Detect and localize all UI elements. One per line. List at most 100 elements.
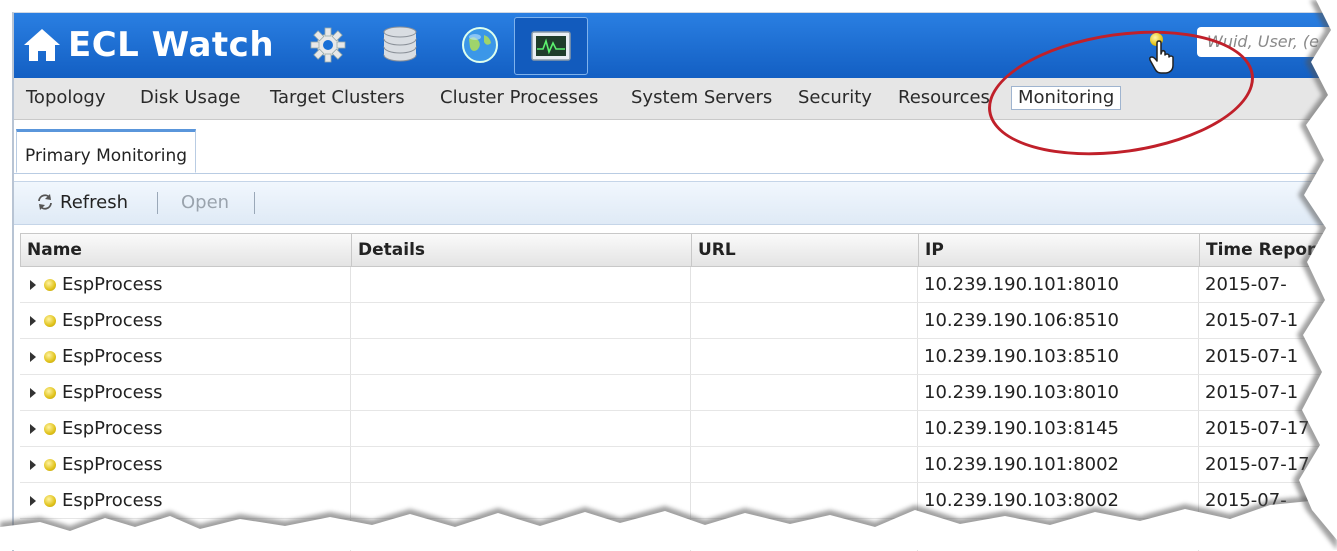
url-cell xyxy=(691,483,918,518)
table-row[interactable]: EspProcess 10.239.190.101:8010 2015-07- xyxy=(20,267,1337,303)
expand-arrow-icon[interactable] xyxy=(30,280,36,290)
nav-item-disk-usage[interactable]: Disk Usage xyxy=(140,87,240,109)
url-cell xyxy=(691,375,918,410)
status-dot-icon xyxy=(44,459,56,471)
table-row[interactable]: EspProcess 10.239.190.103:8510 2015-07-1 xyxy=(20,339,1337,375)
toolbar-divider xyxy=(254,192,255,214)
process-name: EspProcess xyxy=(62,454,163,475)
database-icon[interactable] xyxy=(378,23,422,67)
time-cell xyxy=(1199,519,1337,551)
table-row[interactable]: 10.239.190.106:81 xyxy=(20,519,1337,551)
toolbar-divider xyxy=(157,192,158,214)
time-cell: 2015-07-1 xyxy=(1205,346,1299,367)
details-cell xyxy=(351,447,691,482)
status-dot-icon xyxy=(44,315,56,327)
status-dot-icon xyxy=(44,387,56,399)
globe-icon[interactable] xyxy=(458,23,502,67)
url-cell xyxy=(691,339,918,374)
column-header-details[interactable]: Details xyxy=(352,234,692,266)
home-icon xyxy=(24,29,60,61)
table-row[interactable]: EspProcess 10.239.190.103:8010 2015-07-1 xyxy=(20,375,1337,411)
time-cell: 2015-07-1 xyxy=(1205,310,1299,331)
ip-cell: 10.239.190.103:8510 xyxy=(918,339,1199,374)
expand-arrow-icon[interactable] xyxy=(30,496,36,506)
app-title: ECL Watch xyxy=(68,25,275,65)
refresh-icon xyxy=(38,194,52,210)
status-dot-icon xyxy=(44,279,56,291)
process-name: EspProcess xyxy=(62,346,163,367)
details-cell xyxy=(351,411,691,446)
expand-arrow-icon[interactable] xyxy=(30,352,36,362)
details-cell xyxy=(351,303,691,338)
toolbar: Refresh Open xyxy=(14,181,1337,225)
process-name: EspProcess xyxy=(62,382,163,403)
name-cell: EspProcess xyxy=(20,339,351,374)
expand-arrow-icon[interactable] xyxy=(30,388,36,398)
name-cell: EspProcess xyxy=(20,447,351,482)
refresh-label: Refresh xyxy=(60,192,128,213)
nav-item-cluster-processes[interactable]: Cluster Processes xyxy=(440,87,598,109)
details-cell xyxy=(351,375,691,410)
details-cell xyxy=(351,483,691,518)
ip-cell: 10.239.190.101:8002 xyxy=(918,447,1199,482)
monitoring-grid: Name Details URL IP Time Report EspProce… xyxy=(20,233,1337,551)
ip-cell: 10.239.190.103:8145 xyxy=(918,411,1199,446)
url-cell xyxy=(691,447,918,482)
time-cell: 2015-07- xyxy=(1205,274,1287,295)
expand-arrow-icon[interactable] xyxy=(30,316,36,326)
column-header-url[interactable]: URL xyxy=(692,234,919,266)
expand-arrow-icon[interactable] xyxy=(30,460,36,470)
ip-cell: 10.239.190.106:8510 xyxy=(918,303,1199,338)
nav-item-resources[interactable]: Resources xyxy=(898,87,990,109)
time-cell: 2015-07- xyxy=(1205,490,1287,511)
status-dot-icon xyxy=(44,495,56,507)
monitor-icon[interactable] xyxy=(514,17,588,75)
name-cell: EspProcess xyxy=(20,303,351,338)
table-row[interactable]: EspProcess 10.239.190.101:8002 2015-07-1… xyxy=(20,447,1337,483)
name-cell: EspProcess xyxy=(20,267,351,302)
column-header-ip[interactable]: IP xyxy=(919,234,1200,266)
process-name: EspProcess xyxy=(62,418,163,439)
table-row[interactable]: EspProcess 10.239.190.103:8002 2015-07- xyxy=(20,483,1337,519)
ip-cell: 10.239.190.106:81 xyxy=(918,519,1199,551)
screenshot-frame: ECL Watch Wuid, User, (e Topology Disk U… xyxy=(12,12,1337,551)
url-cell xyxy=(691,267,918,302)
nav-item-target-clusters[interactable]: Target Clusters xyxy=(270,87,405,109)
name-cell: EspProcess xyxy=(20,483,351,518)
brand[interactable]: ECL Watch xyxy=(22,21,274,69)
ip-cell: 10.239.190.103:8010 xyxy=(918,375,1199,410)
table-row[interactable]: EspProcess 10.239.190.103:8145 2015-07-1… xyxy=(20,411,1337,447)
tab-primary-monitoring[interactable]: Primary Monitoring xyxy=(16,129,197,173)
refresh-button[interactable]: Refresh xyxy=(36,182,128,224)
details-cell xyxy=(351,267,691,302)
process-name: EspProcess xyxy=(62,274,163,295)
status-dot-icon xyxy=(44,423,56,435)
open-button[interactable]: Open xyxy=(181,182,229,224)
process-name: EspProcess xyxy=(62,310,163,331)
name-cell: EspProcess xyxy=(20,411,351,446)
column-header-time-reported[interactable]: Time Report xyxy=(1200,234,1337,266)
grid-header: Name Details URL IP Time Report xyxy=(20,233,1337,267)
table-row[interactable]: EspProcess 10.239.190.106:8510 2015-07-1 xyxy=(20,303,1337,339)
column-header-name[interactable]: Name xyxy=(21,234,352,266)
url-cell xyxy=(691,303,918,338)
details-cell xyxy=(351,339,691,374)
status-dot-icon xyxy=(44,351,56,363)
url-cell xyxy=(691,519,918,551)
url-cell xyxy=(691,411,918,446)
ip-cell: 10.239.190.101:8010 xyxy=(918,267,1199,302)
details-cell xyxy=(351,519,691,551)
name-cell: EspProcess xyxy=(20,375,351,410)
time-cell: 2015-07-17 xyxy=(1205,454,1310,475)
hand-cursor-icon xyxy=(1149,40,1174,74)
time-cell: 2015-07-17 xyxy=(1205,418,1310,439)
nav-item-security[interactable]: Security xyxy=(798,87,872,109)
gear-icon[interactable] xyxy=(306,23,350,67)
nav-item-system-servers[interactable]: System Servers xyxy=(631,87,772,109)
expand-arrow-icon[interactable] xyxy=(30,424,36,434)
nav-item-topology[interactable]: Topology xyxy=(26,87,105,109)
process-name: EspProcess xyxy=(62,490,163,511)
name-cell xyxy=(20,519,351,551)
ip-cell: 10.239.190.103:8002 xyxy=(918,483,1199,518)
time-cell: 2015-07-1 xyxy=(1205,382,1299,403)
